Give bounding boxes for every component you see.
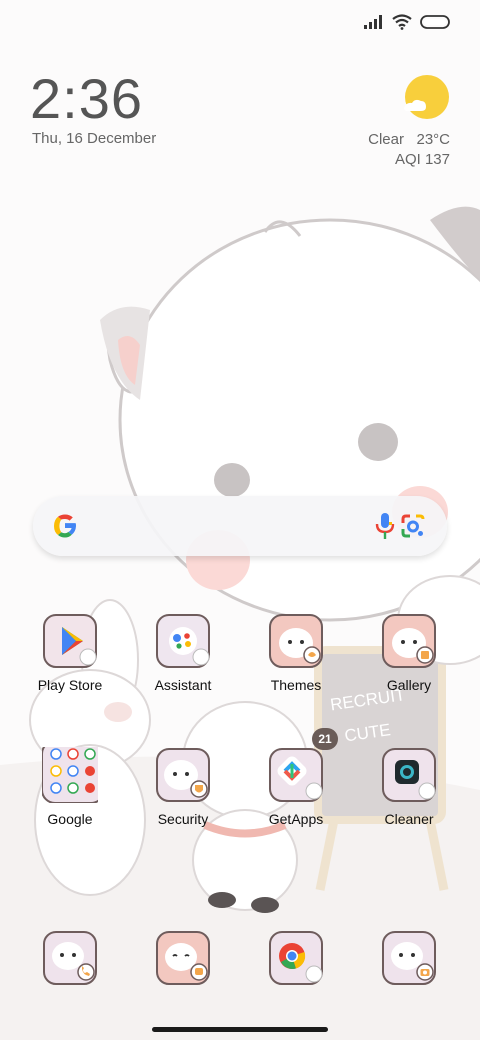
- app-gallery[interactable]: Gallery: [359, 613, 459, 693]
- app-label: Google: [47, 811, 93, 827]
- sun-cloud-icon[interactable]: [402, 74, 450, 122]
- clock-date[interactable]: Thu, 16 December: [32, 130, 156, 147]
- app-label: Play Store: [37, 677, 103, 693]
- app-assistant[interactable]: Assistant: [133, 613, 233, 693]
- gallery-icon: [382, 614, 436, 668]
- weather-temperature: 23°C: [416, 131, 450, 148]
- messages-icon: [156, 931, 210, 985]
- themes-icon: [269, 614, 323, 668]
- app-label: Themes: [270, 677, 322, 693]
- play-store-icon: [43, 614, 97, 668]
- app-play-store[interactable]: Play Store: [20, 613, 120, 693]
- app-cleaner[interactable]: Cleaner: [359, 747, 459, 827]
- wifi-icon: [392, 14, 412, 30]
- google-search-bar[interactable]: [33, 496, 447, 556]
- battery-icon: [420, 15, 450, 29]
- dock-messages[interactable]: [133, 930, 233, 986]
- notification-badge: 21: [312, 728, 338, 750]
- assistant-icon: [156, 614, 210, 668]
- chrome-icon: [269, 931, 323, 985]
- mic-icon[interactable]: [375, 511, 395, 541]
- app-label: Assistant: [154, 677, 212, 693]
- cleaner-icon: [382, 748, 436, 802]
- camera-icon: [382, 931, 436, 985]
- app-label: Security: [157, 811, 209, 827]
- app-security[interactable]: Security: [133, 747, 233, 827]
- clock-time[interactable]: 2:36: [30, 66, 143, 131]
- dock-camera[interactable]: [359, 930, 459, 986]
- weather-condition: Clear: [368, 131, 404, 148]
- weather-widget[interactable]: Clear 23°C AQI 137: [368, 130, 450, 170]
- folder-google[interactable]: Google: [20, 740, 120, 827]
- weather-aqi: AQI 137: [394, 151, 450, 168]
- status-bar: [364, 14, 450, 30]
- home-indicator[interactable]: [152, 1027, 328, 1032]
- app-label: Cleaner: [384, 811, 434, 827]
- app-label: Gallery: [386, 677, 432, 693]
- dock-chrome[interactable]: [246, 930, 346, 986]
- google-logo: [54, 514, 76, 538]
- dock-phone[interactable]: [20, 930, 120, 986]
- app-themes[interactable]: Themes: [246, 613, 346, 693]
- app-label: GetApps: [268, 811, 324, 827]
- phone-icon: [43, 931, 97, 985]
- google-folder-icon: [41, 740, 105, 804]
- signal-icon: [364, 15, 382, 29]
- lens-icon[interactable]: [399, 512, 427, 540]
- app-getapps[interactable]: GetApps: [246, 747, 346, 827]
- security-icon: [156, 748, 210, 802]
- getapps-icon: [269, 748, 323, 802]
